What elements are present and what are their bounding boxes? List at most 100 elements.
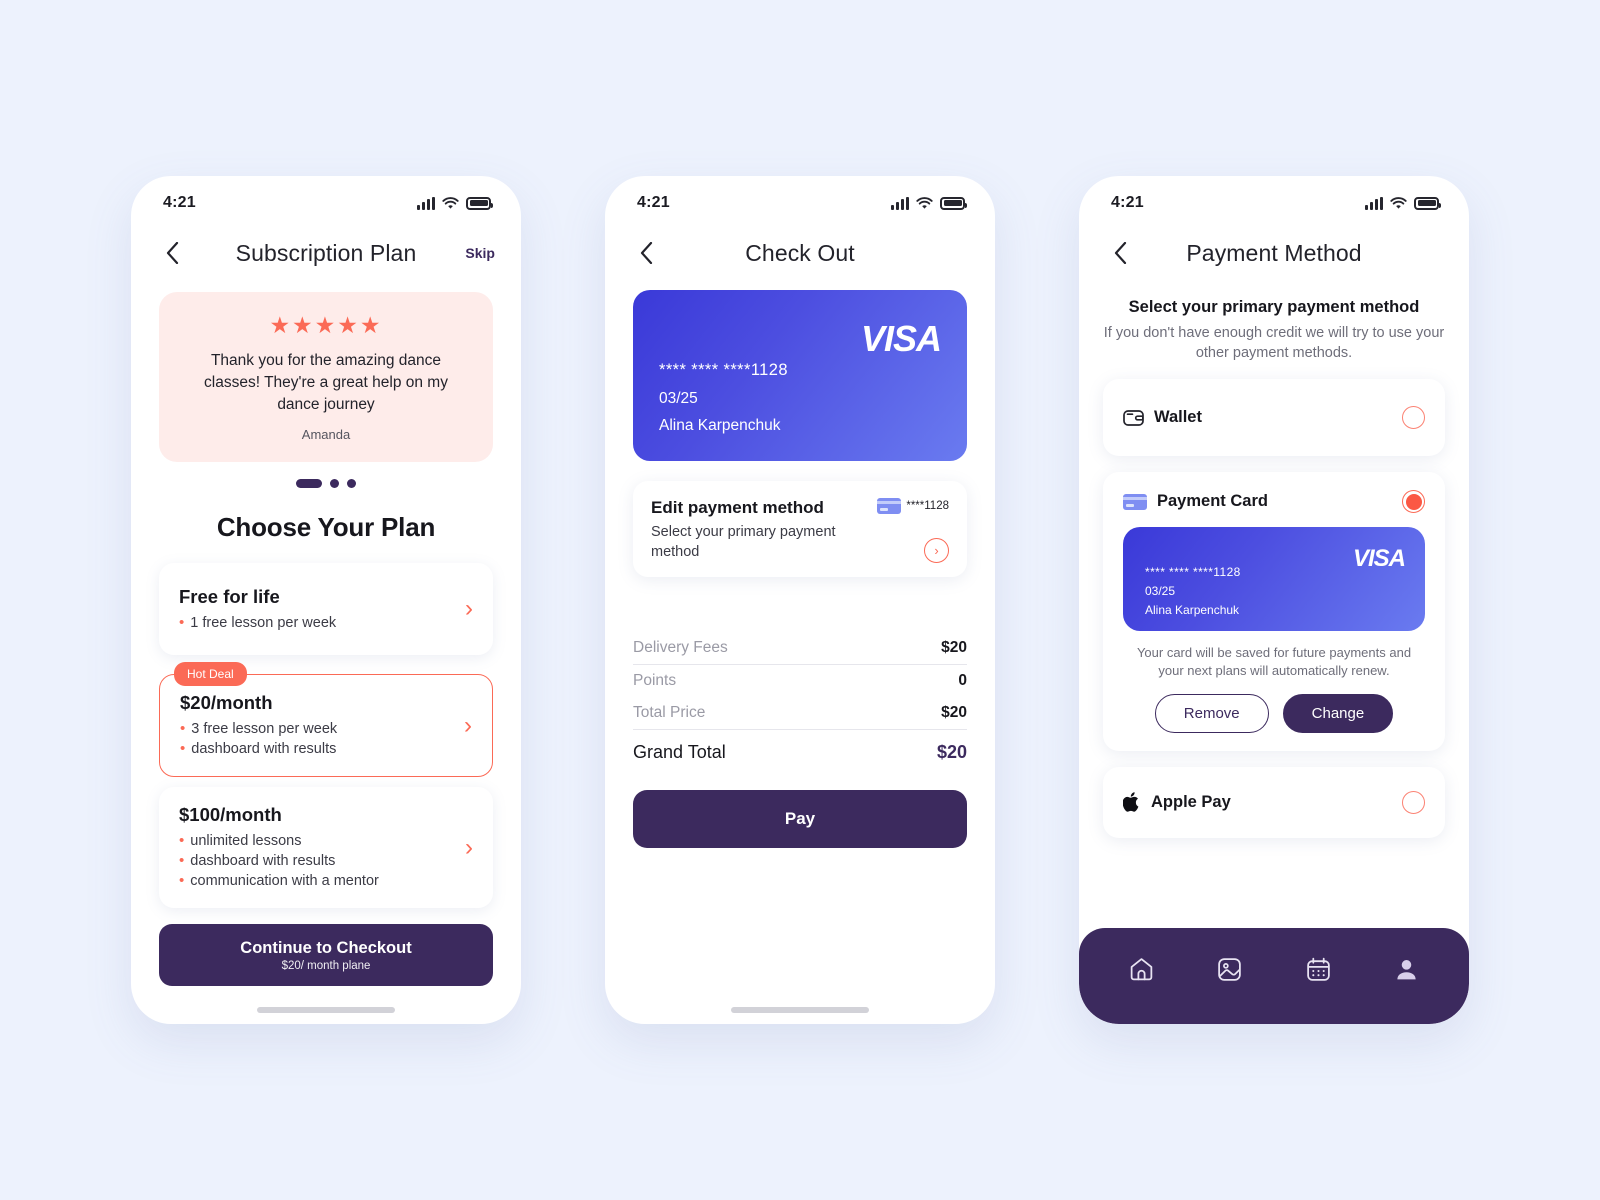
payment-option-card[interactable]: Payment Card VISA **** **** ****1128 03/… — [1103, 472, 1445, 751]
tab-profile[interactable] — [1393, 956, 1420, 983]
back-button[interactable] — [631, 238, 661, 268]
status-bar: 4:21 — [131, 176, 521, 222]
edit-payment-subtitle: Select your primary payment method — [651, 524, 836, 560]
back-button[interactable] — [1105, 238, 1135, 268]
wallet-icon — [1123, 409, 1144, 426]
summary-row-delivery: Delivery Fees $20 — [633, 632, 967, 664]
order-summary: Delivery Fees $20 Points 0 Total Price $… — [633, 632, 967, 770]
chevron-left-icon — [166, 242, 178, 264]
battery-icon — [940, 196, 967, 210]
summary-label: Points — [633, 672, 677, 690]
payment-option-apple-pay[interactable]: Apple Pay — [1103, 766, 1445, 838]
plan-feature: • dashboard with results — [179, 851, 457, 871]
hot-deal-badge: Hot Deal — [174, 662, 247, 686]
carousel-dot-active[interactable] — [296, 479, 322, 488]
card-last-digits: ****1128 — [906, 500, 949, 512]
screen3-body: Select your primary payment method If yo… — [1079, 298, 1469, 838]
screen1-body: ★★★★★ Thank you for the amazing dance cl… — [131, 292, 521, 986]
edit-payment-title: Edit payment method — [651, 498, 824, 517]
bullet-icon: • — [179, 872, 185, 889]
testimonial-card: ★★★★★ Thank you for the amazing dance cl… — [159, 292, 493, 462]
summary-value: $20 — [941, 704, 967, 722]
skip-button[interactable]: Skip — [465, 245, 495, 261]
tab-calendar[interactable] — [1305, 956, 1332, 983]
chevron-right-icon[interactable]: › — [456, 713, 472, 738]
chevron-right-icon[interactable]: › — [457, 835, 473, 860]
nav-header-screen2: Check Out — [605, 222, 995, 284]
bullet-icon: • — [180, 740, 186, 757]
credit-card-icon — [1123, 493, 1147, 510]
carousel-dots[interactable] — [159, 479, 493, 488]
plan-card-100[interactable]: $100/month • unlimited lessons • dashboa… — [159, 787, 493, 908]
bullet-icon: • — [179, 832, 185, 849]
edit-payment-card-chip: ****1128 — [877, 498, 949, 514]
calendar-icon — [1306, 957, 1330, 981]
cta-label: Continue to Checkout — [240, 938, 412, 957]
signal-bars-icon — [891, 196, 909, 210]
summary-row-points: Points 0 — [633, 665, 967, 697]
screen2-body: VISA **** **** ****1128 03/25 Alina Karp… — [605, 290, 995, 849]
carousel-dot[interactable] — [347, 479, 356, 488]
plan-features: • 1 free lesson per week — [179, 613, 457, 633]
status-icons — [1365, 196, 1441, 210]
card-details: **** **** ****1128 03/25 Alina Karpenchu… — [659, 361, 788, 435]
plan-feature-text: dashboard with results — [190, 853, 336, 869]
card-actions: Remove Change — [1123, 693, 1425, 733]
battery-icon — [466, 196, 493, 210]
radio-apple-pay[interactable] — [1402, 790, 1425, 814]
wifi-icon — [442, 196, 459, 209]
page-title: Payment Method — [1186, 239, 1362, 266]
chevron-right-icon[interactable]: › — [457, 597, 473, 621]
circle-chevron-right-icon[interactable]: › — [924, 538, 949, 564]
plan-name: Free for life — [179, 585, 280, 607]
visa-logo: VISA — [860, 318, 942, 359]
card-save-note: Your card will be saved for future payme… — [1136, 645, 1412, 679]
home-indicator — [731, 1007, 869, 1013]
plan-feature-text: communication with a mentor — [190, 873, 379, 889]
payment-option-wallet[interactable]: Wallet — [1103, 379, 1445, 456]
summary-label: Total Price — [633, 704, 706, 722]
summary-row-total-price: Total Price $20 — [633, 697, 967, 729]
payment-card-row: Payment Card — [1123, 490, 1425, 513]
page-title: Check Out — [745, 239, 855, 266]
change-card-button[interactable]: Change — [1282, 693, 1394, 733]
tab-gallery[interactable] — [1216, 956, 1243, 983]
profile-icon — [1397, 959, 1416, 979]
chevron-left-icon — [640, 242, 652, 264]
plan-card-20[interactable]: Hot Deal $20/month • 3 free lesson per w… — [159, 662, 493, 777]
grand-total-label: Grand Total — [633, 742, 726, 763]
nav-header-screen1: Subscription Plan Skip — [131, 222, 521, 284]
plan-feature: • 3 free lesson per week — [180, 719, 456, 739]
tab-home[interactable] — [1128, 956, 1155, 983]
card-expiry: 03/25 — [1145, 584, 1176, 598]
wifi-icon — [916, 196, 933, 209]
home-indicator — [257, 1007, 395, 1013]
testimonial-text: Thank you for the amazing dance classes!… — [204, 352, 448, 413]
card-details: **** **** ****1128 03/25 Alina Karpenchu… — [1145, 565, 1241, 617]
summary-value: $20 — [941, 639, 967, 657]
phone-payment-method: 4:21 Payment Method Select your primary — [1079, 176, 1469, 1024]
plan-card-free[interactable]: Free for life • 1 free lesson per week › — [159, 563, 493, 655]
credit-card-visual: VISA **** **** ****1128 03/25 Alina Karp… — [633, 290, 967, 461]
plan-feature: • communication with a mentor — [179, 871, 457, 891]
radio-payment-card[interactable] — [1402, 490, 1425, 513]
plan-feature-text: 1 free lesson per week — [190, 614, 337, 631]
radio-wallet[interactable] — [1402, 406, 1425, 429]
signal-bars-icon — [1365, 196, 1383, 210]
cta-sublabel: $20/ month plane — [281, 959, 371, 972]
status-bar: 4:21 — [1079, 176, 1469, 222]
plan-feature: • dashboard with results — [180, 739, 456, 759]
continue-to-checkout-button[interactable]: Continue to Checkout $20/ month plane — [159, 924, 493, 986]
status-icons — [891, 196, 967, 210]
grand-total-value: $20 — [936, 742, 967, 763]
pay-button[interactable]: Pay — [633, 790, 967, 849]
payment-option-label: Wallet — [1154, 408, 1202, 426]
section-title: Choose Your Plan — [216, 512, 436, 542]
back-button[interactable] — [157, 238, 187, 268]
bullet-icon: • — [179, 613, 185, 631]
edit-payment-method-card[interactable]: Edit payment method ****1128 Select your… — [633, 481, 967, 578]
summary-row-grand-total: Grand Total $20 — [633, 730, 967, 770]
carousel-dot[interactable] — [330, 479, 339, 488]
remove-card-button[interactable]: Remove — [1154, 693, 1269, 733]
plan-feature: • 1 free lesson per week — [179, 613, 457, 633]
